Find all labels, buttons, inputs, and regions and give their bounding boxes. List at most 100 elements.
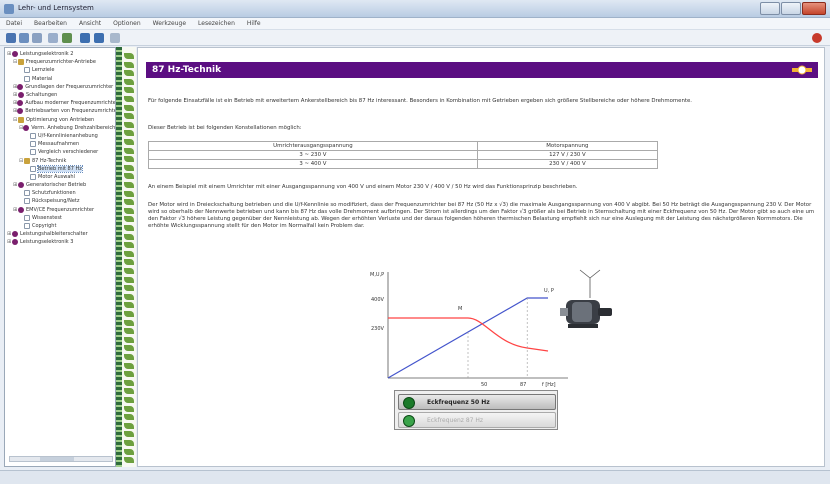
menu-item-options[interactable]: Optionen <box>107 18 147 29</box>
button-eckfrequenz-87[interactable]: Eckfrequenz 87 Hz <box>398 412 556 428</box>
tree-item-label: Messaufnahmen <box>38 141 80 148</box>
page-icon <box>24 214 30 221</box>
tree-item[interactable]: ⊟ Verm. Anhebung Drehzahlbereich <box>7 124 116 132</box>
toolbar <box>0 30 830 46</box>
menu-item-bookmarks[interactable]: Lesezeichen <box>192 18 241 29</box>
tree-item-label: Motor Auswahl <box>38 173 75 180</box>
tree-item[interactable]: Motor Auswahl <box>7 173 113 181</box>
tree-item-label: Wissenstest <box>32 214 62 221</box>
tree-item[interactable]: ⊞ Betriebsarten von Frequenzumrichtern <box>7 107 115 115</box>
close-button[interactable] <box>802 2 826 15</box>
forward-arrow-icon[interactable] <box>94 33 104 43</box>
tree-item-label: Leistungselektronik 2 <box>20 51 74 58</box>
folder-icon <box>18 59 24 66</box>
leaf-marker-icon <box>124 207 134 214</box>
button-eckfrequenz-50[interactable]: Eckfrequenz 50 Hz <box>398 394 556 410</box>
book-icon <box>18 206 24 213</box>
menu-item-edit[interactable]: Bearbeiten <box>28 18 73 29</box>
page-icon <box>24 75 30 82</box>
back-arrow-icon[interactable] <box>80 33 90 43</box>
tree-item-label: 87 Hz-Technik <box>32 157 67 164</box>
home-icon[interactable] <box>6 33 16 43</box>
menu-item-tools[interactable]: Werkzeuge <box>147 18 192 29</box>
tree-item[interactable]: Copyright <box>7 222 113 230</box>
tree-item[interactable]: ⊟ 87 Hz-Technik <box>7 156 113 164</box>
tree-item[interactable]: Betrieb mit 87 Hz <box>7 164 113 173</box>
tree-item[interactable]: U/f-Kennlinienanhebung <box>7 132 113 140</box>
tree-item[interactable]: Rückspeisung/Netz <box>7 197 113 205</box>
tree-item[interactable]: Messaufnahmen <box>7 140 113 148</box>
maximize-button[interactable] <box>781 2 801 15</box>
minimize-button[interactable] <box>760 2 780 15</box>
tree-item-label: Schaltungen <box>26 92 58 99</box>
status-bar <box>0 470 830 484</box>
tree-item[interactable]: ⊞ EMV/CE Frequenzumrichter <box>7 206 113 214</box>
x-axis-label: f [Hz] <box>542 382 556 388</box>
title-bar: Lehr- und Lernsystem <box>0 0 830 18</box>
tree-item-label: Vergleich verschiedener <box>38 149 99 156</box>
window-title: Lehr- und Lernsystem <box>18 4 94 12</box>
tree-item[interactable]: ⊞ Leistungselektronik 3 <box>7 238 113 246</box>
leaf-marker-icon <box>124 250 134 257</box>
tree-item[interactable]: ⊟ Frequenzumrichter-Antriebe <box>7 58 113 66</box>
tree-item[interactable]: Material <box>7 75 113 83</box>
table-header: Umrichterausgangsspannung <box>148 141 478 151</box>
leaf-marker-icon <box>124 164 134 171</box>
leaf-marker-icon <box>124 53 134 59</box>
leaf-marker-icon <box>124 336 134 343</box>
tree-item[interactable]: ⊞ Schaltungen <box>7 91 113 99</box>
help-icon[interactable] <box>110 33 120 43</box>
leaf-marker-icon <box>124 61 134 68</box>
leaf-marker-icon <box>124 448 134 455</box>
tree-item-label: Frequenzumrichter-Antriebe <box>26 59 96 66</box>
tree-item[interactable]: Schutzfunktionen <box>7 189 113 197</box>
tree-item[interactable]: Lernziele <box>7 66 113 74</box>
tree-item-label: Verm. Anhebung Drehzahlbereich <box>31 124 116 131</box>
page-title: 87 Hz-Technik <box>152 65 222 75</box>
tree-item[interactable]: Vergleich verschiedener <box>7 148 113 156</box>
y-tick-label: 400V <box>371 297 385 303</box>
leaf-marker-icon <box>124 259 134 266</box>
tree-item[interactable]: ⊟ Optimierung von Antrieben <box>7 116 113 124</box>
button-label: Eckfrequenz 50 Hz <box>427 399 490 406</box>
scrollbar-thumb[interactable] <box>40 457 74 461</box>
sidebar-horizontal-scrollbar[interactable] <box>9 456 113 462</box>
leaf-marker-icon <box>124 422 134 429</box>
tree-item[interactable]: ⊞ Leistungselektronik 2 <box>7 50 113 58</box>
content-panel: 87 Hz-Technik Für folgende Einsatzfälle … <box>137 47 825 467</box>
tree-item[interactable]: ⊞ Generatorischer Betrieb <box>7 181 113 189</box>
bookmark-icon[interactable] <box>62 33 72 43</box>
menu-item-view[interactable]: Ansicht <box>73 18 107 29</box>
leaf-marker-icon <box>124 431 134 438</box>
tree-item[interactable]: ⊞ Aufbau moderner Frequenzumrichter <box>7 99 115 107</box>
leaf-marker-icon <box>124 70 134 77</box>
leaf-marker-icon <box>124 190 134 197</box>
explanation-paragraph: Der Motor wird in Dreieckschaltung betri… <box>148 202 815 229</box>
menu-item-file[interactable]: Datei <box>0 18 28 29</box>
leaf-marker-icon <box>124 199 134 206</box>
leaf-marker-icon <box>124 285 134 292</box>
tree-item-label: Optimierung von Antrieben <box>26 116 95 123</box>
table-row: 3 ~ 400 V 230 V / 400 V <box>148 159 659 169</box>
save-icon[interactable] <box>19 33 29 43</box>
leaf-marker-icon <box>124 121 134 128</box>
tree-item-label: Leistungshalbleiterschalter <box>20 231 88 238</box>
table-cell: 230 V / 400 V <box>476 159 659 169</box>
menu-item-help[interactable]: Hilfe <box>241 18 267 29</box>
tree-item[interactable]: ⊞ Leistungshalbleiterschalter <box>7 230 113 238</box>
leaf-marker-icon <box>124 104 134 111</box>
tree-item[interactable]: ⊞ Grundlagen der Frequenzumrichter <box>7 83 113 91</box>
tree-item[interactable]: Wissenstest <box>7 214 113 222</box>
tree-item-label: Rückspeisung/Netz <box>32 198 80 205</box>
table-header-row: Umrichterausgangsspannung Motorspannung <box>148 141 659 151</box>
folder-icon <box>18 116 24 123</box>
navigation-tree: ⊞ Leistungselektronik 2 ⊟ Frequenzumrichter… <box>4 47 116 467</box>
tree-item-label: Schutzfunktionen <box>32 190 76 197</box>
search-icon[interactable] <box>48 33 58 43</box>
leaf-marker-icon <box>124 440 134 446</box>
print-icon[interactable] <box>32 33 42 43</box>
frequency-button-panel: Eckfrequenz 50 Hz Eckfrequenz 87 Hz <box>394 390 558 430</box>
menu-bar: Datei Bearbeiten Ansicht Optionen Werkzeuge L… <box>0 18 830 30</box>
exit-icon[interactable] <box>812 33 822 43</box>
book-icon <box>18 92 24 99</box>
